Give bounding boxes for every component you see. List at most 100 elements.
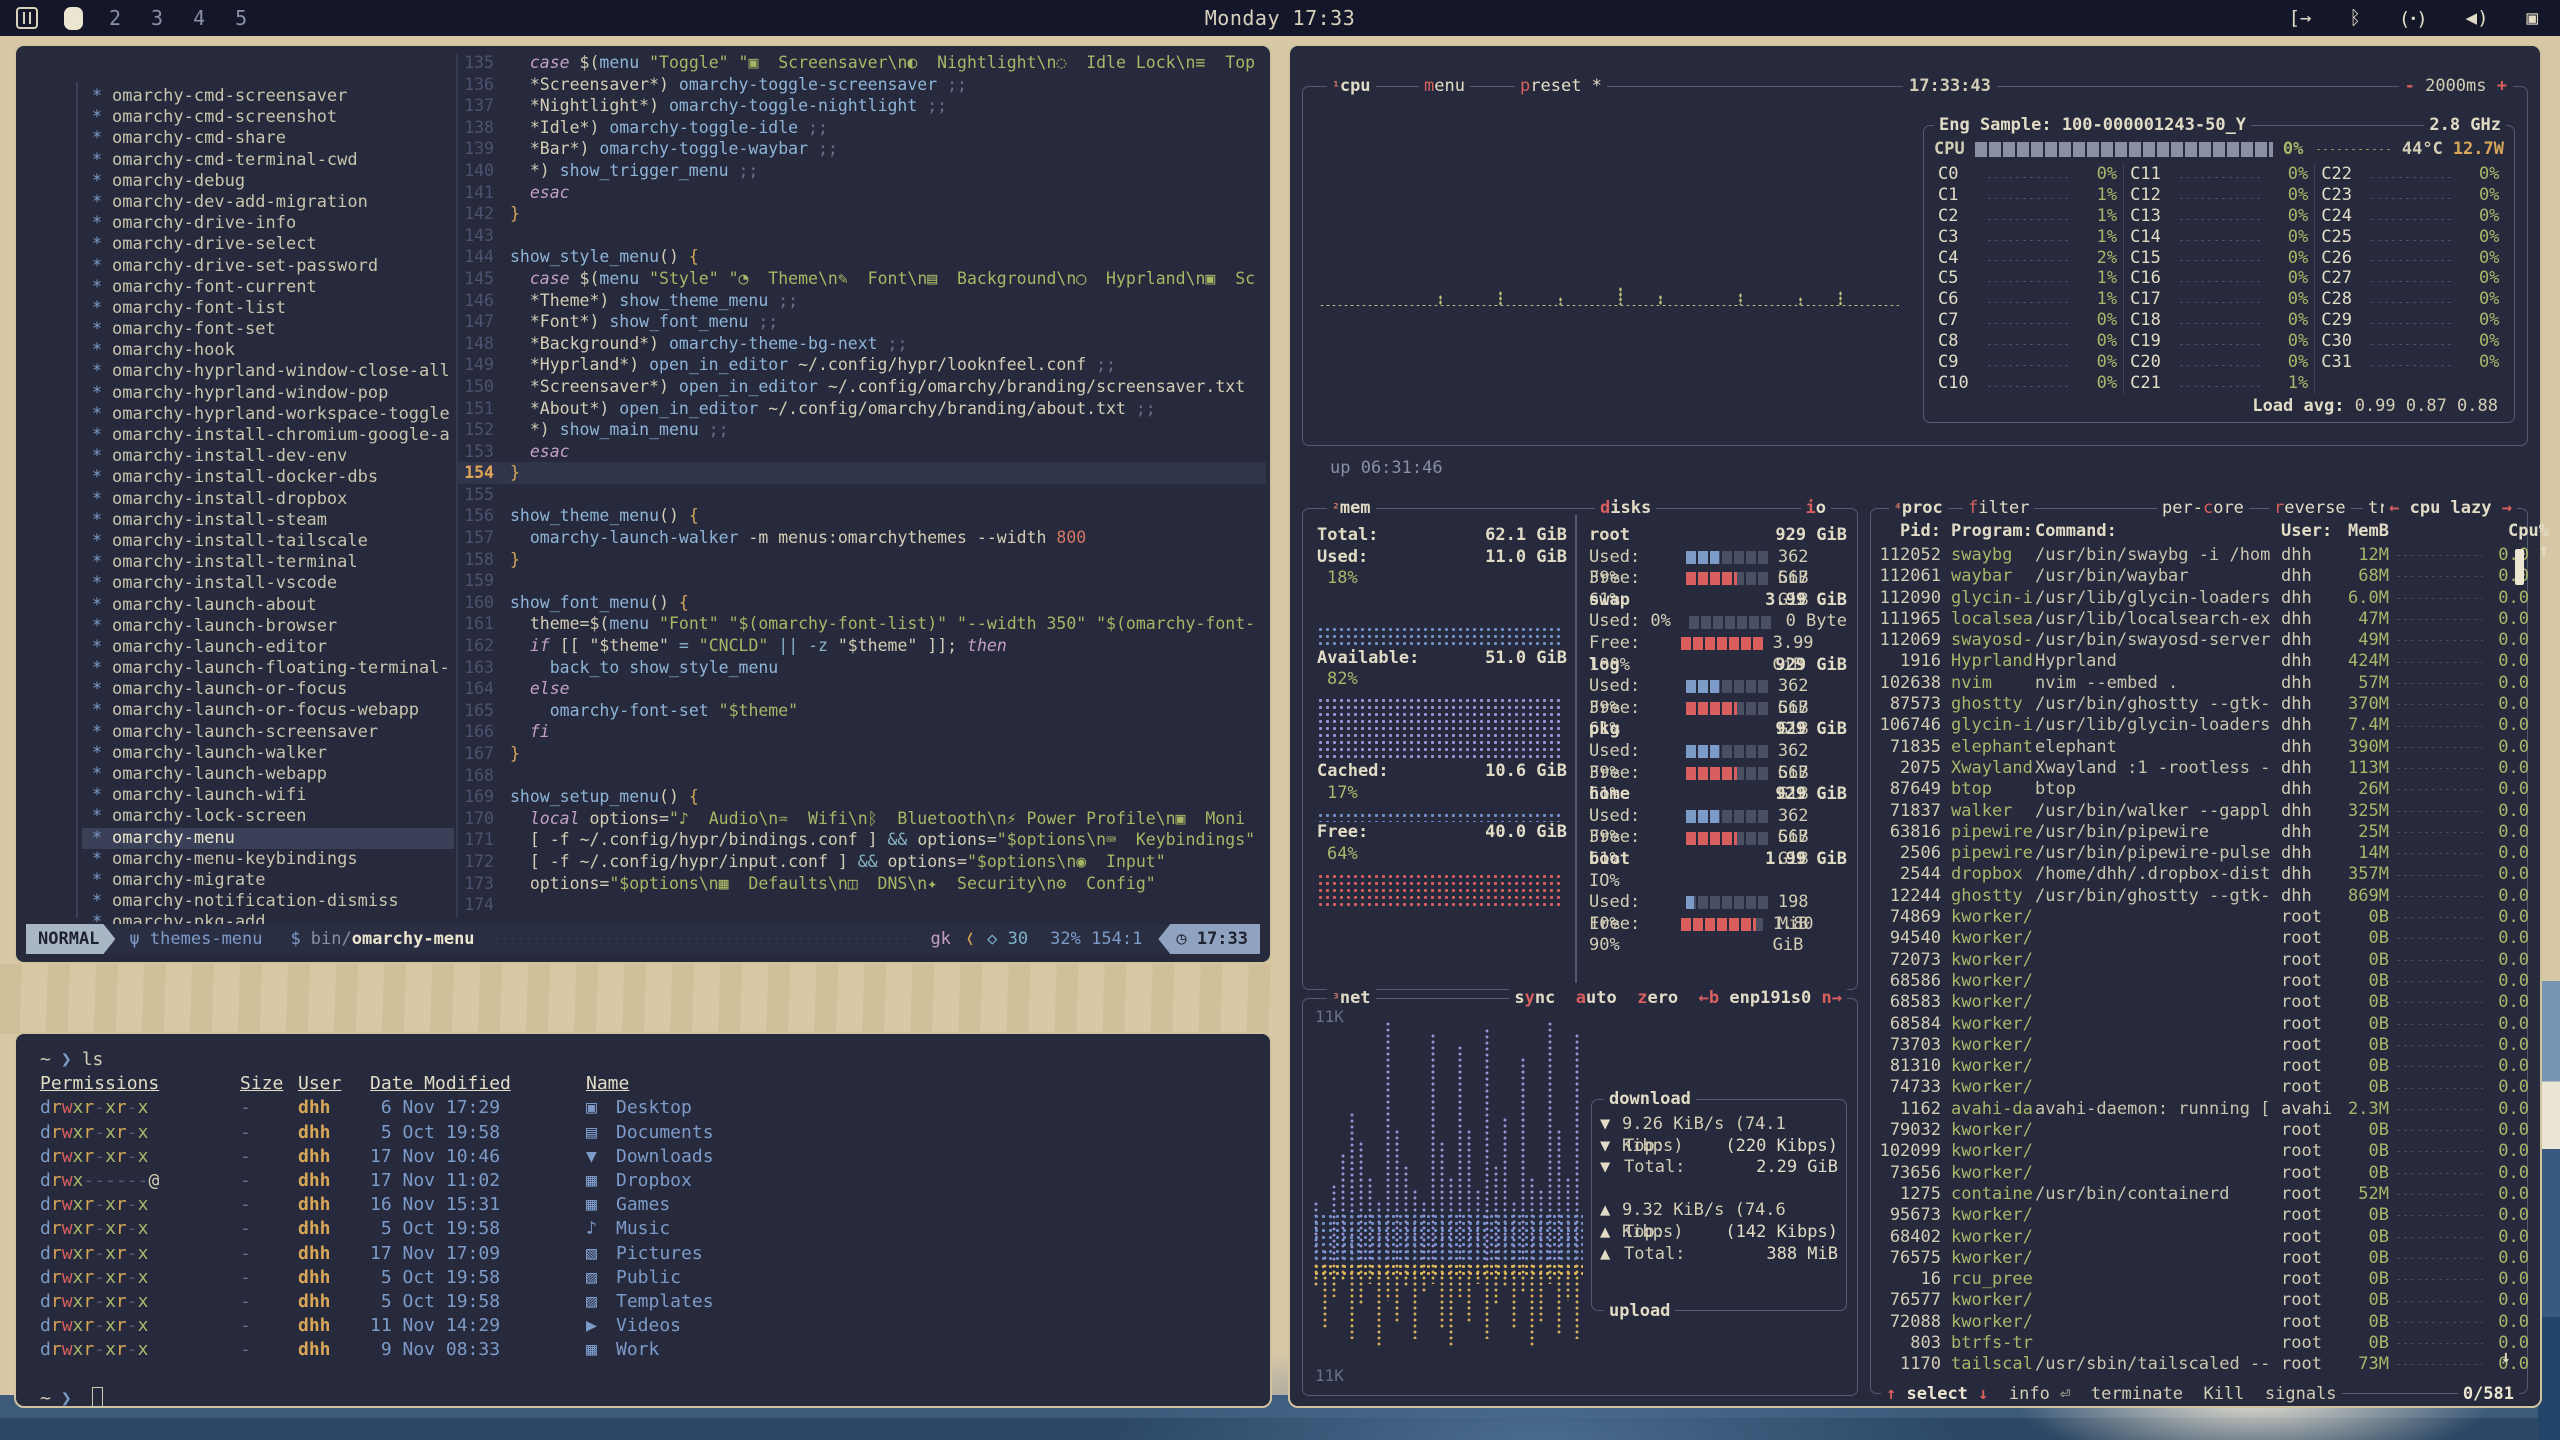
proc-row[interactable]: 74869kworker/root0B0.0 bbox=[1879, 907, 2517, 928]
proc-row[interactable]: 16rcu_preeroot0B0.0 bbox=[1879, 1269, 2517, 1290]
workspace-2[interactable]: 2 bbox=[109, 6, 121, 30]
file-list-item[interactable]: *omarchy-install-dropbox bbox=[82, 489, 454, 510]
file-list-item[interactable]: *omarchy-launch-or-focus bbox=[82, 679, 454, 700]
proc-scrollbar[interactable] bbox=[2515, 549, 2524, 585]
file-list-item[interactable]: *omarchy-cmd-share bbox=[82, 128, 454, 149]
proc-row[interactable]: 112069swayosd-/usr/bin/swayosd-serverdhh… bbox=[1879, 630, 2517, 651]
proc-box-title[interactable]: ⁴proc bbox=[1889, 498, 1948, 518]
per-core-button[interactable]: per-core bbox=[2157, 498, 2249, 518]
file-list-item[interactable]: *omarchy-debug bbox=[82, 171, 454, 192]
proc-row[interactable]: 2506pipewire/usr/bin/pipewire-pulsedhh14… bbox=[1879, 843, 2517, 864]
file-list-item[interactable]: *omarchy-menu bbox=[82, 828, 454, 849]
ls-name[interactable]: ▦Games bbox=[586, 1193, 670, 1217]
proc-row[interactable]: 112061waybar/usr/bin/waybardhh68M0.0 bbox=[1879, 566, 2517, 587]
proc-row[interactable]: 68586kworker/root0B0.0 bbox=[1879, 971, 2517, 992]
proc-row[interactable]: 1170tailscal/usr/sbin/tailscaled --root7… bbox=[1879, 1354, 2517, 1375]
volume-icon[interactable]: ◀) bbox=[2466, 7, 2489, 29]
file-list-item[interactable]: *omarchy-launch-walker bbox=[82, 743, 454, 764]
net-tabs[interactable]: sync auto zero ←b enp191s0 n→ bbox=[1509, 988, 1847, 1008]
proc-row[interactable]: 71835elephantelephantdhh390M0.0 bbox=[1879, 737, 2517, 758]
file-list-item[interactable]: *omarchy-launch-webapp bbox=[82, 764, 454, 785]
update-interval[interactable]: - 2000ms + bbox=[2399, 76, 2513, 96]
mem-box-title[interactable]: ²mem bbox=[1327, 498, 1376, 518]
file-list-item[interactable]: *omarchy-install-docker-dbs bbox=[82, 467, 454, 488]
proc-row[interactable]: 2075XwaylandXwayland :1 -rootless -dhh11… bbox=[1879, 758, 2517, 779]
ls-name[interactable]: ▤Documents bbox=[586, 1121, 714, 1145]
ls-name[interactable]: ▼Downloads bbox=[586, 1145, 714, 1169]
proc-row[interactable]: 72088kworker/root0B0.0 bbox=[1879, 1312, 2517, 1333]
ls-name[interactable]: ▦Dropbox bbox=[586, 1169, 692, 1193]
file-list-item[interactable]: *omarchy-drive-info bbox=[82, 213, 454, 234]
file-list-item[interactable]: *omarchy-migrate bbox=[82, 870, 454, 891]
proc-row[interactable]: 81310kworker/root0B0.0 bbox=[1879, 1056, 2517, 1077]
file-list-item[interactable]: *omarchy-cmd-terminal-cwd bbox=[82, 150, 454, 171]
proc-row[interactable]: 73703kworker/root0B0.0 bbox=[1879, 1035, 2517, 1056]
filter-button[interactable]: filter bbox=[1963, 498, 2034, 518]
code-pane[interactable]: 135 case $(menu "Toggle" "▣ Screensaver\… bbox=[458, 52, 1266, 916]
proc-row[interactable]: 74733kworker/root0B0.0 bbox=[1879, 1077, 2517, 1098]
file-list-item[interactable]: *omarchy-font-set bbox=[82, 319, 454, 340]
proc-footer-keys[interactable]: ↑ select ↓ info ⏎ terminate Kill signals bbox=[1881, 1384, 2342, 1404]
file-list-item[interactable]: *omarchy-install-terminal bbox=[82, 552, 454, 573]
proc-row[interactable]: 63816pipewire/usr/bin/pipewiredhh25M0.0 bbox=[1879, 822, 2517, 843]
bluetooth-icon[interactable]: ᛒ bbox=[2350, 7, 2361, 29]
terminal-window[interactable]: ~❯lsPermissionsSizeUserDate ModifiedName… bbox=[14, 1032, 1272, 1408]
proc-row[interactable]: 76575kworker/root0B0.0 bbox=[1879, 1248, 2517, 1269]
file-list-item[interactable]: *omarchy-launch-browser bbox=[82, 616, 454, 637]
workspace-5[interactable]: 5 bbox=[235, 6, 247, 30]
proc-row[interactable]: 112052swaybg/usr/bin/swaybg -i /homdhh12… bbox=[1879, 545, 2517, 566]
file-path[interactable]: $bin/omarchy-menu bbox=[291, 929, 475, 949]
ls-name[interactable]: ▦Work bbox=[586, 1338, 659, 1362]
file-list-item[interactable]: *omarchy-install-chromium-google-a bbox=[82, 425, 454, 446]
cpu-box-title[interactable]: ¹cpu bbox=[1327, 76, 1376, 96]
net-box-title[interactable]: ³net bbox=[1327, 988, 1376, 1008]
file-list-item[interactable]: *omarchy-cmd-screensaver bbox=[82, 86, 454, 107]
proc-row[interactable]: 79032kworker/root0B0.0 bbox=[1879, 1120, 2517, 1141]
workspace-1-active[interactable] bbox=[64, 7, 83, 30]
file-list-item[interactable]: *omarchy-drive-set-password bbox=[82, 256, 454, 277]
proc-row[interactable]: 102638nvimnvim --embed .dhh57M0.0 bbox=[1879, 673, 2517, 694]
ls-name[interactable]: ▧Pictures bbox=[586, 1242, 703, 1266]
disks-title[interactable]: disks bbox=[1595, 498, 1656, 518]
file-list-item[interactable]: *omarchy-lock-screen bbox=[82, 806, 454, 827]
proc-row[interactable]: 72073kworker/root0B0.0 bbox=[1879, 950, 2517, 971]
file-list-item[interactable]: *omarchy-launch-about bbox=[82, 595, 454, 616]
workspace-4[interactable]: 4 bbox=[193, 6, 205, 30]
preset-button[interactable]: preset * bbox=[1515, 76, 1607, 96]
proc-row[interactable]: 76577kworker/root0B0.0 bbox=[1879, 1290, 2517, 1311]
file-list-item[interactable]: *omarchy-font-list bbox=[82, 298, 454, 319]
file-list-item[interactable]: *omarchy-drive-select bbox=[82, 234, 454, 255]
file-list-item[interactable]: *omarchy-launch-wifi bbox=[82, 785, 454, 806]
reverse-button[interactable]: reverse bbox=[2269, 498, 2351, 518]
file-list-item[interactable]: *omarchy-launch-editor bbox=[82, 637, 454, 658]
workspace-3[interactable]: 3 bbox=[151, 6, 163, 30]
file-list-item[interactable]: *omarchy-hyprland-workspace-toggle bbox=[82, 404, 454, 425]
ls-name[interactable]: ▨Templates bbox=[586, 1290, 714, 1314]
ls-name[interactable]: ♪Music bbox=[586, 1217, 670, 1241]
proc-row[interactable]: 87573ghostty/usr/bin/ghostty --gtk-dhh37… bbox=[1879, 694, 2517, 715]
file-list-item[interactable]: *omarchy-menu-keybindings bbox=[82, 849, 454, 870]
proc-row[interactable]: 95673kworker/root0B0.0 bbox=[1879, 1205, 2517, 1226]
file-list-item[interactable]: *omarchy-hyprland-window-pop bbox=[82, 383, 454, 404]
file-list-item[interactable]: *omarchy-install-dev-env bbox=[82, 446, 454, 467]
ls-name[interactable]: ▶Videos bbox=[586, 1314, 681, 1338]
file-list-item[interactable]: *omarchy-font-current bbox=[82, 277, 454, 298]
screenshare-icon[interactable]: [→ bbox=[2289, 7, 2312, 29]
git-branch[interactable]: ψ themes-menu bbox=[129, 929, 262, 949]
network-icon[interactable]: (ꞏ) bbox=[2399, 5, 2428, 31]
proc-row[interactable]: 111965localsea/usr/lib/localsearch-exdhh… bbox=[1879, 609, 2517, 630]
menu-button[interactable]: menu bbox=[1419, 76, 1470, 96]
proc-row[interactable]: 87649btopbtopdhh26M0.0 bbox=[1879, 779, 2517, 800]
ls-name[interactable]: ▨Public bbox=[586, 1266, 681, 1290]
file-list-item[interactable]: *omarchy-install-vscode bbox=[82, 573, 454, 594]
file-list-item[interactable]: *omarchy-launch-screensaver bbox=[82, 722, 454, 743]
proc-row[interactable]: 68584kworker/root0B0.0 bbox=[1879, 1014, 2517, 1035]
cpu-chip-icon[interactable]: ▣ bbox=[2527, 7, 2538, 29]
proc-row[interactable]: 68402kworker/root0B0.0 bbox=[1879, 1227, 2517, 1248]
proc-row[interactable]: 1162avahi-daavahi-daemon: running [avahi… bbox=[1879, 1099, 2517, 1120]
proc-row[interactable]: 102099kworker/root0B0.0 bbox=[1879, 1141, 2517, 1162]
proc-row[interactable]: 1916HyprlandHyprlanddhh424M0.0 bbox=[1879, 651, 2517, 672]
proc-row[interactable]: 73656kworker/root0B0.0 bbox=[1879, 1163, 2517, 1184]
proc-row[interactable]: 71837walker/usr/bin/walker --gappldhh325… bbox=[1879, 801, 2517, 822]
file-list-item[interactable]: *omarchy-install-steam bbox=[82, 510, 454, 531]
